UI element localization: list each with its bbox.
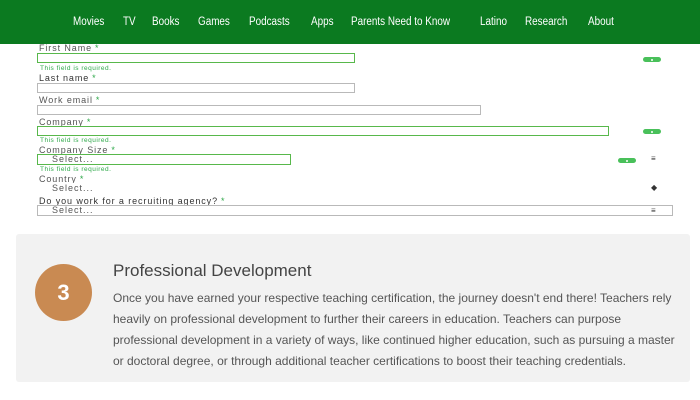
work-email-input[interactable]: [37, 105, 481, 115]
nav-item-movies[interactable]: Movies: [73, 16, 104, 28]
step-title: Professional Development: [113, 261, 312, 280]
select-arrows-icon: ≡: [651, 154, 656, 163]
agency-select[interactable]: Select...: [37, 205, 673, 216]
nav-items: Movies TV Books Games Podcasts Apps Pare…: [73, 0, 632, 44]
validation-indicator-icon: [643, 129, 661, 134]
company-size-error: This field is required.: [40, 166, 112, 173]
country-select[interactable]: Select...: [37, 183, 673, 194]
select-arrows-icon: ≡: [651, 206, 656, 215]
nav-item-podcasts[interactable]: Podcasts: [249, 16, 290, 28]
last-name-label: Last name *: [39, 73, 97, 83]
work-email-label: Work email *: [39, 95, 101, 105]
company-input[interactable]: [37, 126, 609, 136]
first-name-label: First Name *: [39, 43, 100, 53]
lead-form: First Name * This field is required. Last…: [0, 43, 700, 220]
top-nav: Movies TV Books Games Podcasts Apps Pare…: [0, 0, 700, 44]
validation-indicator-icon: [643, 57, 661, 62]
nav-item-tv[interactable]: TV: [123, 16, 136, 28]
select-arrow-icon: ◆: [651, 183, 658, 192]
nav-item-games[interactable]: Games: [198, 16, 230, 28]
first-name-error: This field is required.: [40, 65, 112, 72]
company-error: This field is required.: [40, 137, 112, 144]
step-number-badge: 3: [35, 264, 92, 321]
step-body: Once you have earned your respective tea…: [113, 291, 675, 368]
first-name-input[interactable]: [37, 53, 355, 63]
nav-item-research[interactable]: Research: [525, 16, 567, 28]
nav-item-apps[interactable]: Apps: [311, 16, 334, 28]
company-size-select[interactable]: Select...: [37, 154, 291, 165]
nav-item-books[interactable]: Books: [152, 16, 179, 28]
nav-item-latino[interactable]: Latino: [480, 16, 507, 28]
validation-indicator-icon: [618, 158, 636, 163]
last-name-input[interactable]: [37, 83, 355, 93]
nav-item-parents-need-to-know[interactable]: Parents Need to Know: [351, 16, 450, 28]
nav-item-about[interactable]: About: [588, 16, 614, 28]
